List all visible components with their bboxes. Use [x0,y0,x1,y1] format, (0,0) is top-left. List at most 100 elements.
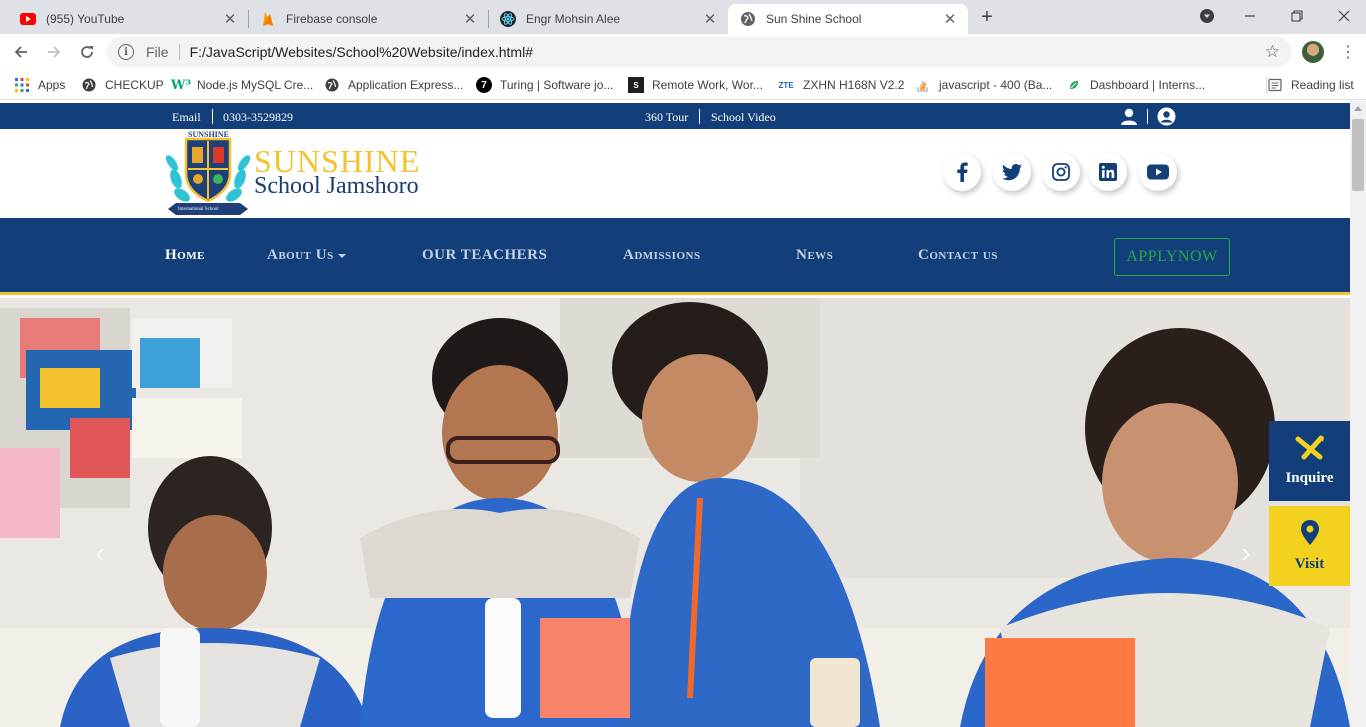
scroll-up-icon[interactable] [1354,106,1362,111]
school-logo[interactable]: SUNSHINE International School [162,129,254,219]
bookmark-label: ZXHN H168N V2.2 [803,78,905,92]
bookmark-label: Dashboard | Interns... [1090,78,1206,92]
nav-contact-us[interactable]: Contact us [918,247,998,264]
carousel-next-icon[interactable]: › [1236,537,1256,568]
instagram-icon[interactable] [1042,153,1080,191]
bookmark-label: Application Express... [348,78,464,92]
bookmark-application-express[interactable]: Application Express... [324,76,463,94]
close-tab-icon[interactable]: ✕ [702,11,718,28]
bookmark-remote-work[interactable]: S Remote Work, Wor... [628,76,763,94]
close-tab-icon[interactable]: ✕ [462,11,478,28]
bookmark-nodejs-mysql[interactable]: W³ Node.js MySQL Cre... [170,76,313,94]
school-video-link[interactable]: School Video [711,110,776,125]
bookmark-label: javascript - 400 (Ba... [939,78,1053,92]
url-scheme: File [146,44,169,60]
chevron-down-icon [337,253,346,258]
bookmark-apps[interactable]: Apps [14,76,65,94]
nav-news[interactable]: News [796,247,833,264]
user-circle-icon[interactable] [1157,107,1176,130]
tab-title: Sun Shine School [766,12,862,26]
bookmark-turing[interactable]: 7 Turing | Software jo... [476,76,613,94]
globe-icon [81,77,97,93]
site-info-icon[interactable]: i [118,44,134,60]
bookmark-label: Apps [38,78,66,92]
facebook-icon[interactable] [943,153,981,191]
map-pin-icon [1300,519,1320,551]
globe-icon [740,11,756,27]
tab-engr-mohsin[interactable]: Engr Mohsin Alee ✕ [488,4,728,34]
scrollbar-thumb[interactable] [1352,119,1364,191]
inquire-label: Inquire [1285,470,1334,486]
browser-toolbar: i File F:/JavaScript/Websites/School%20W… [0,34,1366,70]
logo-text-bottom: International School [178,207,219,212]
bookmarks-bar: Apps CHECKUP W³ Node.js MySQL Cre... App… [0,70,1366,100]
user-icon[interactable] [1120,108,1138,129]
email-link[interactable]: Email [172,110,201,125]
twitter-icon[interactable] [993,153,1031,191]
nav-our-teachers[interactable]: OUR TEACHERS [422,247,547,264]
apps-grid-icon [14,77,30,93]
menu-kebab-icon[interactable]: ⋮ [1338,42,1358,62]
nav-about-label: About Us [267,247,334,263]
reload-icon[interactable] [75,40,99,64]
bookmark-star-icon[interactable]: ☆ [1265,42,1280,62]
youtube-icon [20,11,36,27]
address-bar[interactable]: i File F:/JavaScript/Websites/School%20W… [106,37,1292,67]
visit-label: Visit [1294,555,1325,572]
inquire-button[interactable]: Inquire [1269,421,1350,501]
forward-icon[interactable] [42,40,66,64]
bookmark-checkup[interactable]: CHECKUP [81,76,164,94]
remote-icon: S [628,77,644,93]
nav-admissions[interactable]: Admissions [623,247,701,264]
tab-search-icon[interactable] [1195,4,1219,28]
turing-icon: 7 [476,77,492,93]
url-divider [178,44,180,60]
tab-title: Firebase console [286,12,378,26]
site-header: SUNSHINE International School SUNSHINE S… [0,129,1350,218]
url-text[interactable]: F:/JavaScript/Websites/School%20Website/… [190,44,533,60]
tab-youtube[interactable]: (955) YouTube ✕ [8,4,248,34]
globe-icon [324,77,340,93]
w3schools-icon: W³ [170,77,192,93]
back-icon[interactable] [9,40,33,64]
youtube-icon[interactable] [1139,153,1177,191]
browser-tab-strip: (955) YouTube ✕ Firebase console ✕ Engr … [0,0,1366,34]
webpage: Email 0303-3529829 360 Tour School Video [0,101,1350,727]
tour-link[interactable]: 360 Tour [645,110,688,125]
nav-home[interactable]: Home [165,247,205,264]
brand-location: School Jamshoro [254,173,419,199]
reading-list[interactable]: Reading list [1266,76,1354,94]
tab-title: (955) YouTube [46,12,125,26]
bookmark-zxhn[interactable]: ZTE ZXHN H168N V2.2 [777,76,904,94]
tab-firebase[interactable]: Firebase console ✕ [248,4,488,34]
close-tab-icon[interactable]: ✕ [222,11,238,28]
internshala-icon [1066,77,1082,93]
bookmark-label: Remote Work, Wor... [652,78,763,92]
bookmark-label: CHECKUP [105,78,164,92]
bookmark-internshala[interactable]: Dashboard | Interns... [1066,76,1205,94]
restore-icon[interactable] [1285,4,1309,28]
hero-carousel: ‹ › [0,298,1350,727]
profile-avatar[interactable] [1302,41,1324,63]
logo-text-top: SUNSHINE [188,130,229,139]
close-window-icon[interactable] [1332,4,1356,28]
top-info-bar: Email 0303-3529829 360 Tour School Video [0,103,1350,129]
close-tab-icon[interactable]: ✕ [942,11,958,28]
page-scrollbar[interactable] [1350,101,1366,727]
phone-link[interactable]: 0303-3529829 [223,110,293,125]
firebase-icon [260,11,276,27]
new-tab-button[interactable]: + [976,6,998,28]
tab-title: Engr Mohsin Alee [526,12,621,26]
visit-button[interactable]: Visit [1269,506,1350,586]
reading-list-icon [1267,77,1283,93]
linkedin-icon[interactable] [1089,153,1127,191]
bookmark-stackoverflow[interactable]: javascript - 400 (Ba... [915,76,1052,94]
nav-about-us[interactable]: About Us [267,247,346,264]
hero-photo [0,298,1350,727]
apply-now-button[interactable]: APPLYNOW [1114,238,1230,276]
tab-sunshine-active[interactable]: Sun Shine School ✕ [728,4,968,34]
zte-icon: ZTE [778,80,794,90]
carousel-prev-icon[interactable]: ‹ [90,537,110,568]
minimize-icon[interactable] [1238,4,1262,28]
bookmark-label: Turing | Software jo... [500,78,614,92]
